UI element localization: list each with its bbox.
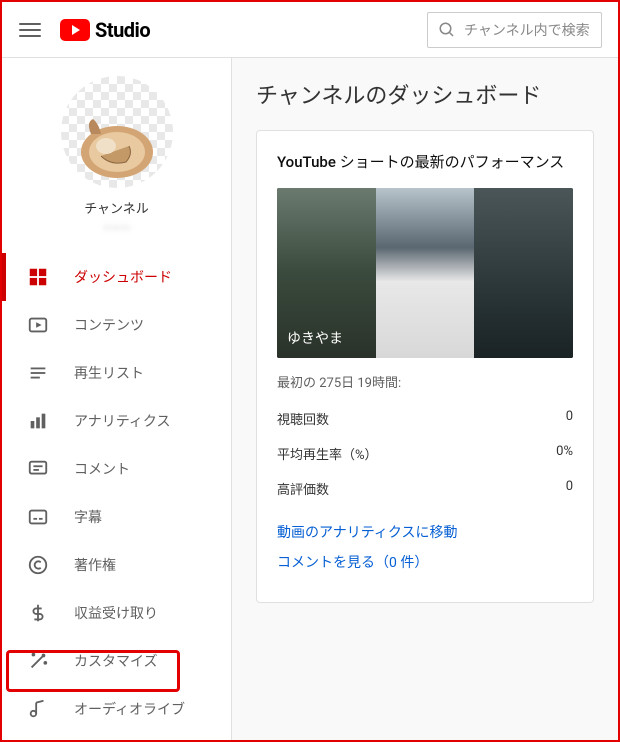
search-icon bbox=[438, 21, 456, 39]
channel-label: チャンネル bbox=[2, 198, 231, 217]
app-header: Studio チャンネル内で検索 bbox=[2, 2, 618, 58]
sidebar-item-subtitles[interactable]: 字幕 bbox=[2, 493, 231, 541]
channel-avatar[interactable] bbox=[61, 76, 173, 188]
stat-row-likes: 高評価数 0 bbox=[277, 471, 573, 506]
nav-label: 収益受け取り bbox=[74, 603, 158, 623]
stat-value: 0 bbox=[566, 479, 573, 498]
copyright-icon bbox=[26, 553, 50, 577]
sidebar-item-settings[interactable]: 設定 bbox=[2, 733, 231, 740]
nav-list: ダッシュボード コンテンツ 再生リスト アナリティクス コメント 字幕 bbox=[2, 253, 231, 740]
nav-label: 字幕 bbox=[74, 507, 102, 527]
sidebar-item-customize[interactable]: カスタマイズ bbox=[2, 637, 231, 685]
stat-label: 平均再生率（%） bbox=[277, 444, 378, 463]
video-title: ゆきやま bbox=[287, 328, 343, 348]
stat-row-avg: 平均再生率（%） 0% bbox=[277, 436, 573, 471]
stat-value: 0 bbox=[566, 409, 573, 428]
youtube-studio-logo[interactable]: Studio bbox=[60, 18, 150, 42]
shorts-performance-card: YouTube ショートの最新のパフォーマンス ゆきやま 最初の 275日 19… bbox=[256, 130, 594, 603]
nav-label: コンテンツ bbox=[74, 315, 144, 335]
search-input[interactable]: チャンネル内で検索 bbox=[427, 12, 602, 48]
channel-name: ——— bbox=[2, 221, 231, 235]
nav-label: 再生リスト bbox=[74, 363, 144, 383]
sidebar: チャンネル ——— ダッシュボード コンテンツ 再生リスト アナリティクス bbox=[2, 58, 232, 740]
sidebar-item-playlists[interactable]: 再生リスト bbox=[2, 349, 231, 397]
hamburger-menu-icon[interactable] bbox=[18, 18, 42, 42]
sidebar-item-comments[interactable]: コメント bbox=[2, 445, 231, 493]
nav-label: アナリティクス bbox=[74, 411, 170, 431]
playlist-icon bbox=[26, 361, 50, 385]
nav-label: 著作権 bbox=[74, 555, 116, 575]
video-thumbnail[interactable]: ゆきやま bbox=[277, 188, 573, 358]
nav-label: カスタマイズ bbox=[74, 651, 158, 671]
stat-row-views: 視聴回数 0 bbox=[277, 401, 573, 436]
nav-label: オーディオライブ bbox=[74, 699, 185, 719]
subtitles-icon bbox=[26, 505, 50, 529]
nav-label: ダッシュボード bbox=[74, 267, 172, 287]
music-icon bbox=[26, 697, 50, 721]
main-content: チャンネルのダッシュボード YouTube ショートの最新のパフォーマンス ゆき… bbox=[232, 58, 618, 740]
search-placeholder: チャンネル内で検索 bbox=[464, 20, 590, 40]
logo-text: Studio bbox=[95, 18, 150, 42]
page-title: チャンネルのダッシュボード bbox=[256, 78, 594, 110]
channel-section: チャンネル ——— bbox=[2, 58, 231, 245]
analytics-icon bbox=[26, 409, 50, 433]
stat-label: 高評価数 bbox=[277, 479, 329, 498]
card-title: YouTube ショートの最新のパフォーマンス bbox=[277, 151, 573, 174]
youtube-play-icon bbox=[60, 19, 90, 41]
comment-icon bbox=[26, 457, 50, 481]
stat-value: 0% bbox=[556, 444, 573, 463]
comments-link[interactable]: コメントを見る（0 件） bbox=[277, 552, 573, 572]
nav-label: コメント bbox=[74, 459, 130, 479]
avatar-image bbox=[71, 104, 163, 182]
sidebar-item-copyright[interactable]: 著作権 bbox=[2, 541, 231, 589]
wand-icon bbox=[26, 649, 50, 673]
sidebar-item-content[interactable]: コンテンツ bbox=[2, 301, 231, 349]
video-icon bbox=[26, 313, 50, 337]
dollar-icon bbox=[26, 601, 50, 625]
sidebar-item-analytics[interactable]: アナリティクス bbox=[2, 397, 231, 445]
dashboard-icon bbox=[26, 265, 50, 289]
stats-header: 最初の 275日 19時間: bbox=[277, 372, 573, 391]
sidebar-item-dashboard[interactable]: ダッシュボード bbox=[2, 253, 231, 301]
sidebar-item-monetization[interactable]: 収益受け取り bbox=[2, 589, 231, 637]
stat-label: 視聴回数 bbox=[277, 409, 329, 428]
sidebar-item-audio[interactable]: オーディオライブ bbox=[2, 685, 231, 733]
analytics-link[interactable]: 動画のアナリティクスに移動 bbox=[277, 522, 573, 542]
